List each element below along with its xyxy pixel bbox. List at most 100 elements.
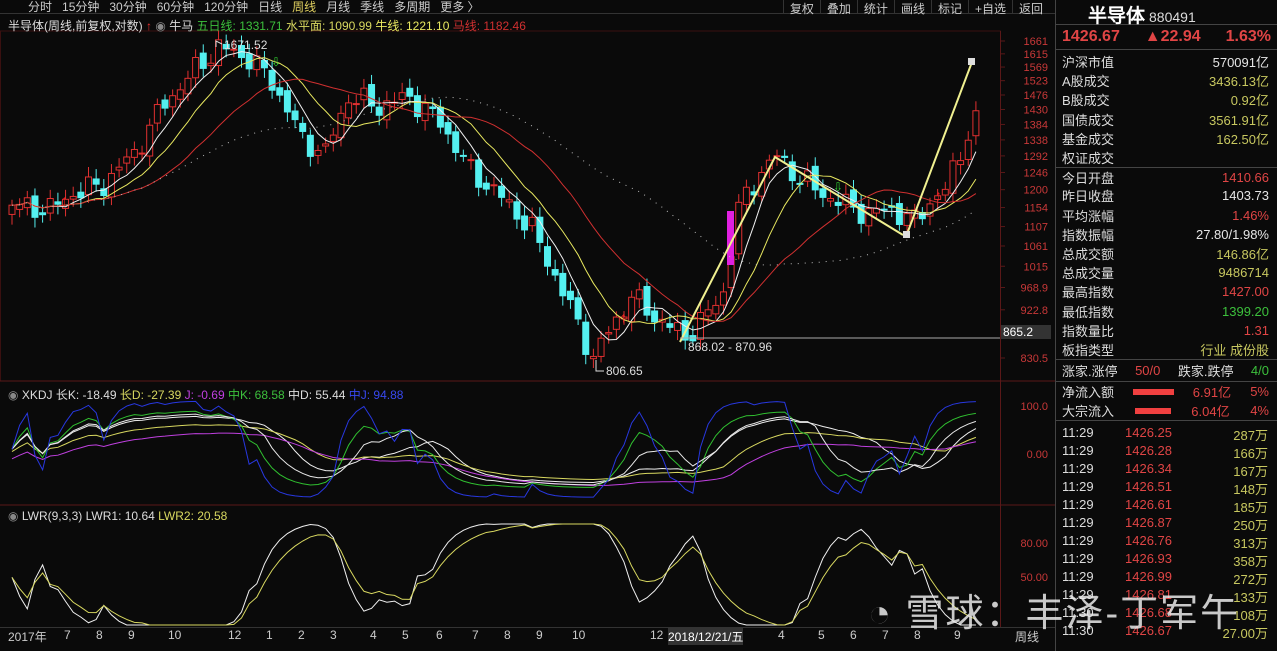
stat-label: 指数量比 xyxy=(1062,323,1115,339)
lwr1: LWR1: 10.64 xyxy=(85,509,155,523)
tool-button-0[interactable]: 复权 xyxy=(782,0,820,16)
collapse-icon[interactable]: ◉ xyxy=(155,19,165,33)
stat-row: 今日开盘 1410.66 xyxy=(1056,167,1277,186)
tick-row: 11:29 1426.34 167万 xyxy=(1062,461,1268,480)
collapse-icon[interactable]: ◉ xyxy=(8,509,18,523)
tab-3[interactable]: 60分钟 xyxy=(157,0,194,15)
candle xyxy=(697,311,704,340)
candle xyxy=(651,310,659,323)
y-axis-label: 1569 xyxy=(1024,62,1048,74)
tab-10[interactable]: 更多 〉 xyxy=(440,0,479,15)
candle xyxy=(574,297,582,320)
stat-row: 最低指数 1399.20 xyxy=(1056,301,1277,320)
stat-label: 指数振幅 xyxy=(1062,227,1115,243)
price-change: ▲22.94 xyxy=(1144,28,1201,45)
stat-label: 最低指数 xyxy=(1062,304,1115,320)
candle xyxy=(398,92,406,100)
flow-bar xyxy=(1133,388,1174,395)
candle xyxy=(291,110,299,121)
y-axis-label: 1015 xyxy=(1024,261,1048,273)
tab-9[interactable]: 多周期 xyxy=(394,0,430,15)
price-change-pct: 1.63% xyxy=(1225,28,1271,45)
stat-value: 1403.73 xyxy=(1222,188,1269,204)
stat-label: 板指类型 xyxy=(1062,342,1115,358)
tool-button-3[interactable]: 画线 xyxy=(893,0,931,16)
candle xyxy=(85,176,92,196)
kline-chart[interactable]: 1661161515691523147614301384133812921246… xyxy=(0,0,1055,641)
tick-time: 11:29 xyxy=(1062,533,1094,549)
candle xyxy=(635,289,643,300)
stat-value: 27.80/1.98% xyxy=(1195,226,1269,242)
stats-list: 沪深市值 570091亿 A股成交 3436.13亿 B股成交 0.92亿 国债成交 3561… xyxy=(1056,49,1277,359)
candle xyxy=(429,106,437,110)
xkdj-midk: 中K: 68.58 xyxy=(228,388,285,402)
candle xyxy=(69,195,77,200)
tool-button-5[interactable]: +自选 xyxy=(967,0,1012,16)
tab-2[interactable]: 30分钟 xyxy=(109,0,146,15)
candle xyxy=(161,99,169,109)
flow-row: 净流入额 6.91亿 5% xyxy=(1056,382,1277,401)
marker-square xyxy=(968,58,975,65)
candle xyxy=(719,291,727,306)
niuma-label: 牛马 xyxy=(169,19,194,33)
y-axis-label: 1523 xyxy=(1024,76,1048,88)
up-label: 涨家.涨停 xyxy=(1062,364,1118,379)
tab-0[interactable]: 分时 xyxy=(28,0,52,15)
tool-button-2[interactable]: 统计 xyxy=(856,0,894,16)
candle xyxy=(306,134,314,157)
candle xyxy=(475,159,483,188)
stat-row: 昨日收盘 1403.73 xyxy=(1056,186,1277,205)
xkdj-midd: 中D: 55.44 xyxy=(288,388,346,402)
tab-7[interactable]: 月线 xyxy=(326,0,350,15)
tab-6[interactable]: 周线 xyxy=(292,0,316,15)
candle xyxy=(146,124,154,157)
tool-button-1[interactable]: 叠加 xyxy=(819,0,857,16)
tab-4[interactable]: 120分钟 xyxy=(204,0,248,15)
tab-5[interactable]: 日线 xyxy=(258,0,282,15)
watermark: ◔ 雪球：丰泽-丁军午 xyxy=(868,582,1240,637)
x-axis-label: 4 xyxy=(778,628,785,642)
tab-8[interactable]: 季线 xyxy=(360,0,384,15)
stat-label: A股成交 xyxy=(1062,74,1110,90)
candle xyxy=(544,246,551,267)
tick-row: 11:29 1426.61 185万 xyxy=(1062,497,1268,516)
stat-value: 1410.66 xyxy=(1222,169,1269,185)
lwr2: LWR2: 20.58 xyxy=(158,509,228,523)
x-axis-label: 10 xyxy=(168,628,182,642)
ma5-line xyxy=(11,51,977,341)
flow-value: 6.04亿 xyxy=(1191,404,1230,420)
sell-arrow-icon: ⇩ xyxy=(271,55,281,69)
candle xyxy=(283,90,291,113)
xkdj-midj: 中J: 94.88 xyxy=(348,388,404,402)
candle xyxy=(115,166,123,171)
candle xyxy=(123,156,131,164)
x-axis-label: 9 xyxy=(128,628,135,642)
candle xyxy=(92,178,100,185)
tab-1[interactable]: 15分钟 xyxy=(62,0,99,15)
tick-volume: 148万 xyxy=(1233,482,1268,498)
y-axis-label: 830.5 xyxy=(1020,353,1048,365)
flow-value: 6.91亿 xyxy=(1192,385,1232,401)
stat-row: 国债成交 3561.91亿 xyxy=(1056,110,1277,129)
tool-button-6[interactable]: 返回 xyxy=(1011,0,1049,16)
stat-row: A股成交 3436.13亿 xyxy=(1056,71,1277,90)
x-axis-label: 8 xyxy=(96,628,103,642)
candle xyxy=(895,203,903,226)
xkdj-midd-line xyxy=(11,413,977,486)
collapse-icon[interactable]: ◉ xyxy=(8,388,18,402)
down-count: 4/0 xyxy=(1250,363,1269,378)
xkdj-j-line xyxy=(11,432,977,487)
stat-row: 权证成交 xyxy=(1056,148,1277,167)
snowball-logo-icon: ◔ xyxy=(868,593,893,635)
candle xyxy=(192,56,200,79)
candle xyxy=(184,77,192,95)
tick-time: 11:29 xyxy=(1062,551,1094,567)
tick-volume: 250万 xyxy=(1233,518,1268,534)
candles xyxy=(8,30,980,368)
tick-volume: 166万 xyxy=(1233,446,1268,462)
stat-value: 0.92亿 xyxy=(1230,93,1269,109)
last-price: 1426.67 xyxy=(1062,28,1120,45)
y-axis-label: 968.9 xyxy=(1020,283,1048,295)
x-axis-label: 7 xyxy=(472,628,479,642)
tool-button-4[interactable]: 标记 xyxy=(930,0,968,16)
